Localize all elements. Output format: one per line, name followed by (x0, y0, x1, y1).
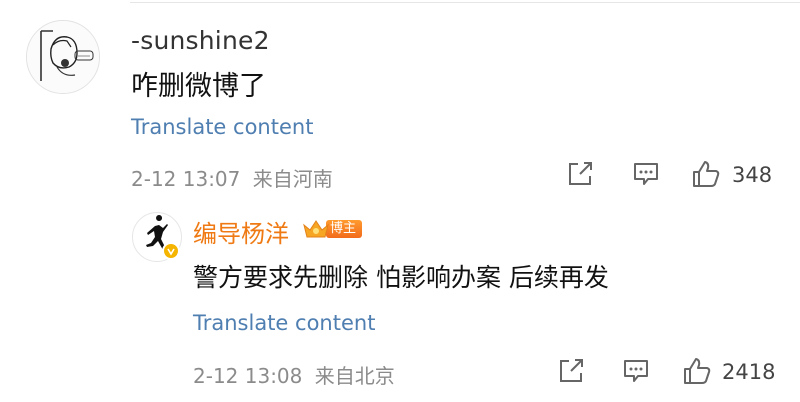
comment-timestamp: 2-12 13:07 来自河南 (131, 163, 333, 192)
blogger-badge-label: 博主 (326, 220, 363, 238)
reply-username[interactable]: 编导杨洋 (193, 214, 289, 249)
verified-badge-icon (162, 242, 180, 260)
comment-time: 2-12 13:07 (131, 167, 241, 191)
reply-location: 来自北京 (314, 364, 395, 388)
reply-thumbs-up-icon[interactable] (682, 356, 712, 390)
comment-icon[interactable] (632, 161, 660, 191)
reply-share-icon[interactable] (558, 358, 586, 388)
top-divider (130, 2, 800, 3)
reply-timestamp: 2-12 13:08 来自北京 (193, 360, 395, 389)
thumbs-up-icon[interactable] (691, 159, 721, 193)
avatar[interactable] (26, 20, 100, 94)
crown-icon (302, 218, 330, 240)
comment-like-count: 348 (732, 163, 773, 187)
share-icon[interactable] (567, 161, 595, 191)
comment-location: 来自河南 (252, 167, 333, 191)
translate-content-link[interactable]: Translate content (131, 115, 313, 139)
reply-like-count: 2418 (722, 360, 776, 384)
avatar-sketch-image (27, 21, 99, 93)
comment-username[interactable]: -sunshine2 (131, 26, 270, 55)
reply-comment-icon[interactable] (622, 358, 650, 388)
blogger-badge: 博主 (302, 218, 363, 240)
reply-time: 2-12 13:08 (193, 364, 303, 388)
comment-text: 咋删微博了 (131, 71, 266, 102)
reply-text: 警方要求先删除 怕影响办案 后续再发 (193, 263, 609, 292)
reply-translate-content-link[interactable]: Translate content (193, 311, 375, 335)
